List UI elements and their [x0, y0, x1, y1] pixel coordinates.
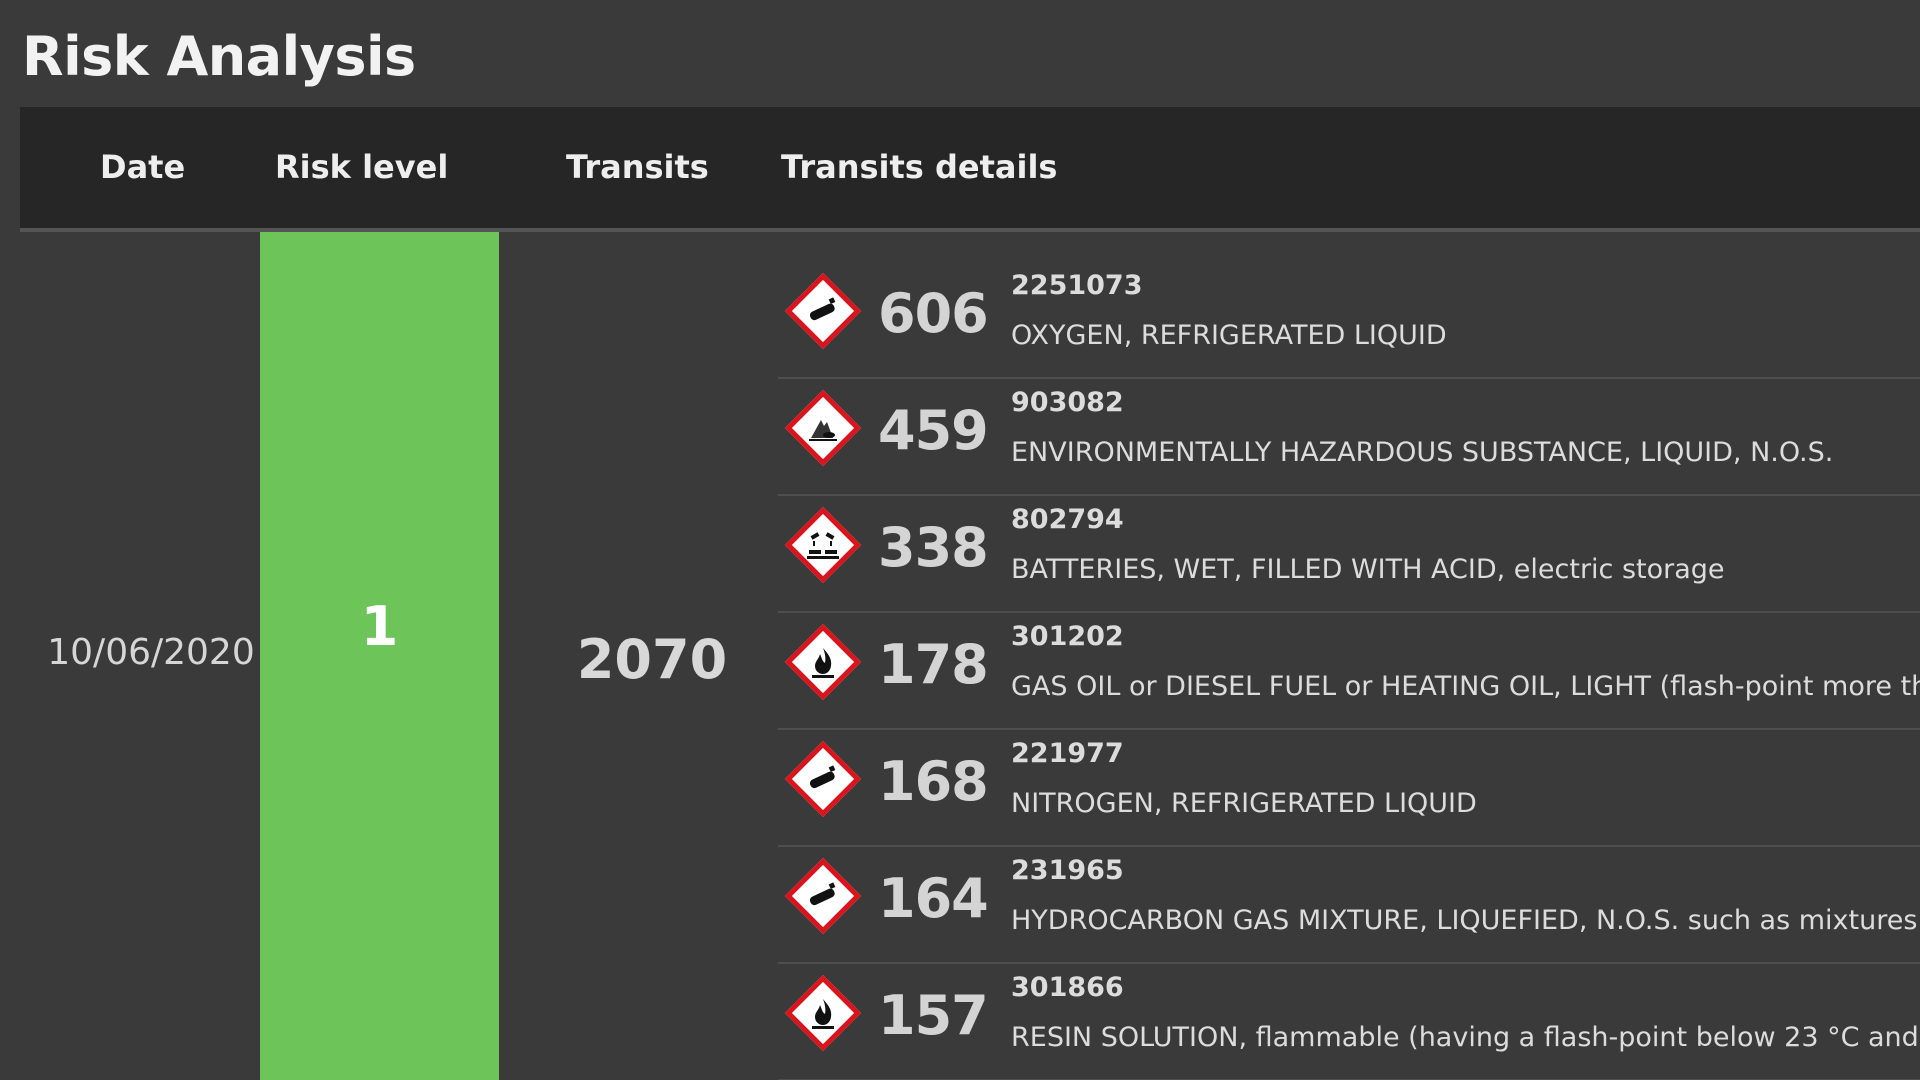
substance-name: ENVIRONMENTALLY HAZARDOUS SUBSTANCE, LIQ… [1011, 437, 1834, 468]
substance-name: NITROGEN, REFRIGERATED LIQUID [1011, 788, 1477, 819]
list-item: 178 301202 GAS OIL or DIESEL FUEL or HEA… [778, 613, 1920, 730]
list-item: 459 903082 ENVIRONMENTALLY HAZARDOUS SUB… [778, 379, 1920, 496]
environment-hazard-icon [784, 389, 862, 467]
list-item: 168 221977 NITROGEN, REFRIGERATED LIQUID [778, 730, 1920, 847]
flame-icon [784, 974, 862, 1052]
risk-level-value: 1 [360, 594, 399, 658]
list-item: 338 802794 BATTERIES, WET, FILLED WITH A… [778, 496, 1920, 613]
substance-code: 301866 [1011, 972, 1124, 1003]
transit-count: 164 [878, 867, 989, 930]
gas-cylinder-icon [784, 272, 862, 350]
row-date: 10/06/2020 [47, 632, 255, 673]
substance-code: 802794 [1011, 504, 1124, 535]
transit-count: 459 [878, 399, 989, 462]
substance-code: 903082 [1011, 387, 1124, 418]
table-header: Date Risk level Transits Transits detail… [20, 107, 1920, 232]
risk-level-cell: 1 [260, 232, 499, 1080]
column-header-risk-level[interactable]: Risk level [275, 107, 448, 228]
gas-cylinder-icon [784, 857, 862, 935]
substance-name: BATTERIES, WET, FILLED WITH ACID, electr… [1011, 554, 1725, 585]
transit-count: 606 [878, 282, 989, 345]
row-transits-total: 2070 [576, 628, 728, 691]
substance-name: HYDROCARBON GAS MIXTURE, LIQUEFIED, N.O.… [1011, 905, 1918, 936]
substance-name: OXYGEN, REFRIGERATED LIQUID [1011, 320, 1447, 351]
substance-code: 231965 [1011, 855, 1124, 886]
substance-name: RESIN SOLUTION, flammable (having a flas… [1011, 1022, 1919, 1053]
substance-code: 221977 [1011, 738, 1124, 769]
column-header-date[interactable]: Date [100, 107, 185, 228]
page-title: Risk Analysis [22, 25, 416, 88]
flame-icon [784, 623, 862, 701]
risk-analysis-page: Risk Analysis Date Risk level Transits T… [0, 0, 1920, 1080]
transit-count: 338 [878, 516, 989, 579]
transit-count: 157 [878, 984, 989, 1047]
substance-name: GAS OIL or DIESEL FUEL or HEATING OIL, L… [1011, 671, 1920, 702]
transit-count: 178 [878, 633, 989, 696]
transit-count: 168 [878, 750, 989, 813]
gas-cylinder-icon [784, 740, 862, 818]
substance-code: 301202 [1011, 621, 1124, 652]
table-row: 10/06/2020 1 2070 606 2251073 OXYGEN, RE… [20, 232, 1920, 1080]
column-header-transits[interactable]: Transits [566, 107, 709, 228]
column-header-transits-details[interactable]: Transits details [781, 107, 1057, 228]
list-item: 164 231965 HYDROCARBON GAS MIXTURE, LIQU… [778, 847, 1920, 964]
list-item: 606 2251073 OXYGEN, REFRIGERATED LIQUID [778, 262, 1920, 379]
list-item: 157 301866 RESIN SOLUTION, flammable (ha… [778, 964, 1920, 1080]
transits-details-list: 606 2251073 OXYGEN, REFRIGERATED LIQUID … [778, 262, 1920, 1080]
substance-code: 2251073 [1011, 270, 1143, 301]
corrosive-icon [784, 506, 862, 584]
